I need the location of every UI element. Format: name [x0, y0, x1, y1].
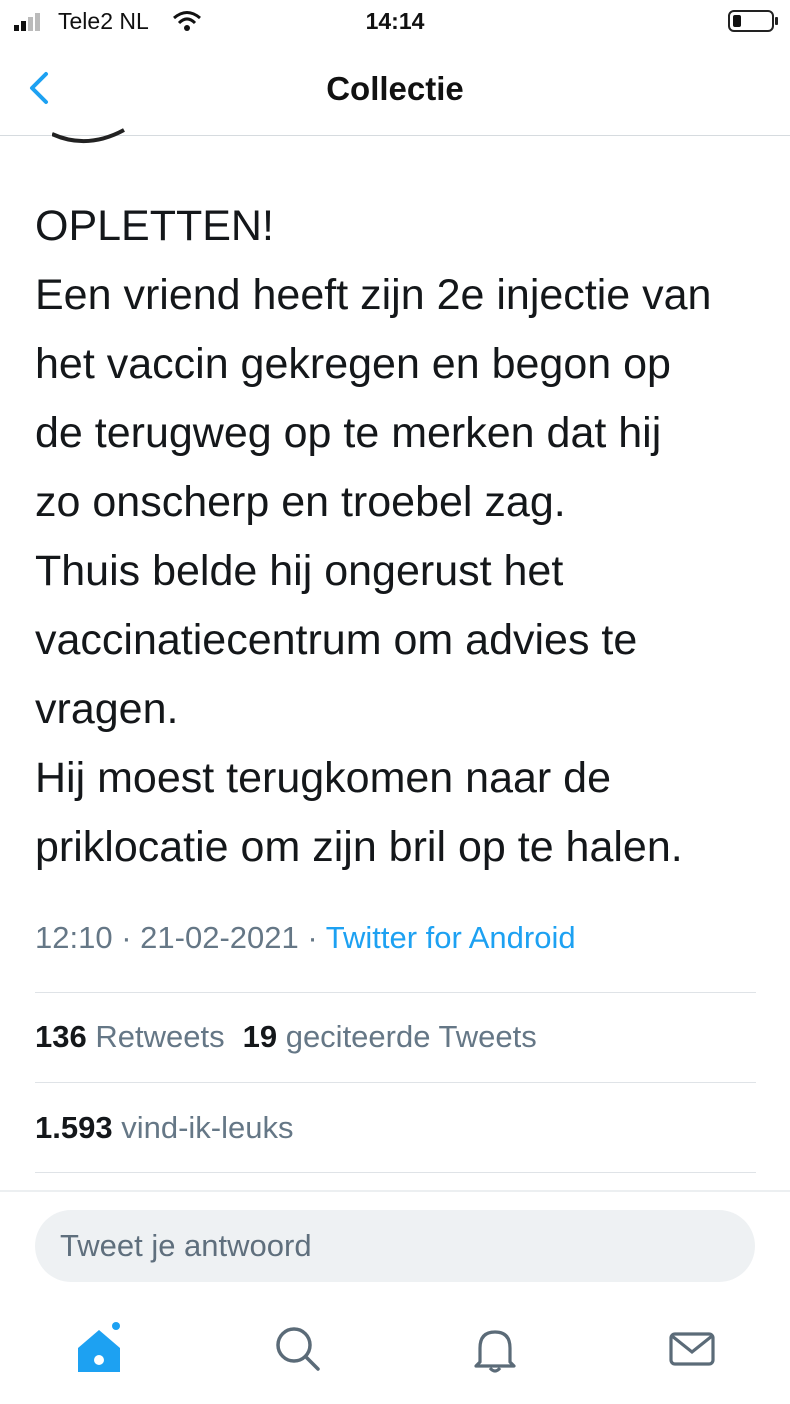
status-bar: Tele2 NL 14:14	[0, 0, 790, 44]
retweets-count: 136	[35, 1019, 87, 1054]
quotes-count: 19	[242, 1019, 278, 1054]
tweet-date: 21-02-2021	[140, 920, 299, 955]
likes-label: vind-ik-leuks	[121, 1110, 294, 1145]
divider	[35, 1172, 756, 1173]
retweet-stats: 136 Retweets 19 geciteerde Tweets	[35, 1019, 537, 1055]
tweet-line: zo onscherp en troebel zag.	[35, 478, 566, 526]
tweet-line: de terugweg op te merken dat hij	[35, 409, 662, 457]
page-title: Collectie	[326, 70, 464, 107]
tweet-line: OPLETTEN!	[35, 202, 274, 250]
quotes-link[interactable]: 19 geciteerde Tweets	[243, 1019, 537, 1054]
retweets-label: Retweets	[95, 1019, 225, 1054]
reply-input[interactable]: Tweet je antwoord	[35, 1210, 755, 1282]
divider	[35, 1082, 756, 1083]
tweet-line: Een vriend heeft zijn 2e injectie van	[35, 271, 712, 319]
meta-separator: ·	[121, 920, 132, 955]
divider	[0, 1190, 790, 1192]
battery-icon	[728, 10, 778, 32]
search-icon[interactable]	[271, 1322, 325, 1376]
bell-icon[interactable]	[468, 1322, 522, 1376]
likes-count: 1.593	[35, 1110, 113, 1145]
tweet-line: Thuis belde hij ongerust het	[35, 547, 564, 595]
home-icon[interactable]	[72, 1322, 126, 1376]
tweet-line: vragen.	[35, 685, 179, 733]
tweet-line: Hij moest terugkomen naar de	[35, 754, 612, 802]
tweet-meta: 12:10 · 21-02-2021 · Twitter for Android	[35, 920, 576, 956]
quotes-label: geciteerde Tweets	[285, 1019, 537, 1054]
tweet-line: priklocatie om zijn bril op te halen.	[35, 823, 683, 871]
avatar[interactable]	[52, 110, 132, 146]
divider	[35, 992, 756, 993]
tweet-text: OPLETTEN! Een vriend heeft zijn 2e injec…	[35, 192, 765, 882]
reply-placeholder: Tweet je antwoord	[60, 1228, 312, 1263]
status-time: 14:14	[365, 8, 425, 34]
tweet-time: 12:10	[35, 920, 113, 955]
meta-separator: ·	[307, 920, 318, 955]
retweets-link[interactable]: 136 Retweets	[35, 1019, 225, 1054]
likes-link[interactable]: 1.593 vind-ik-leuks	[35, 1110, 293, 1146]
tweet-source-link[interactable]: Twitter for Android	[326, 920, 576, 955]
mail-icon[interactable]	[665, 1322, 719, 1376]
tweet-line: het vaccin gekregen en begon op	[35, 340, 671, 388]
tweet-line: vaccinatiecentrum om advies te	[35, 616, 638, 664]
